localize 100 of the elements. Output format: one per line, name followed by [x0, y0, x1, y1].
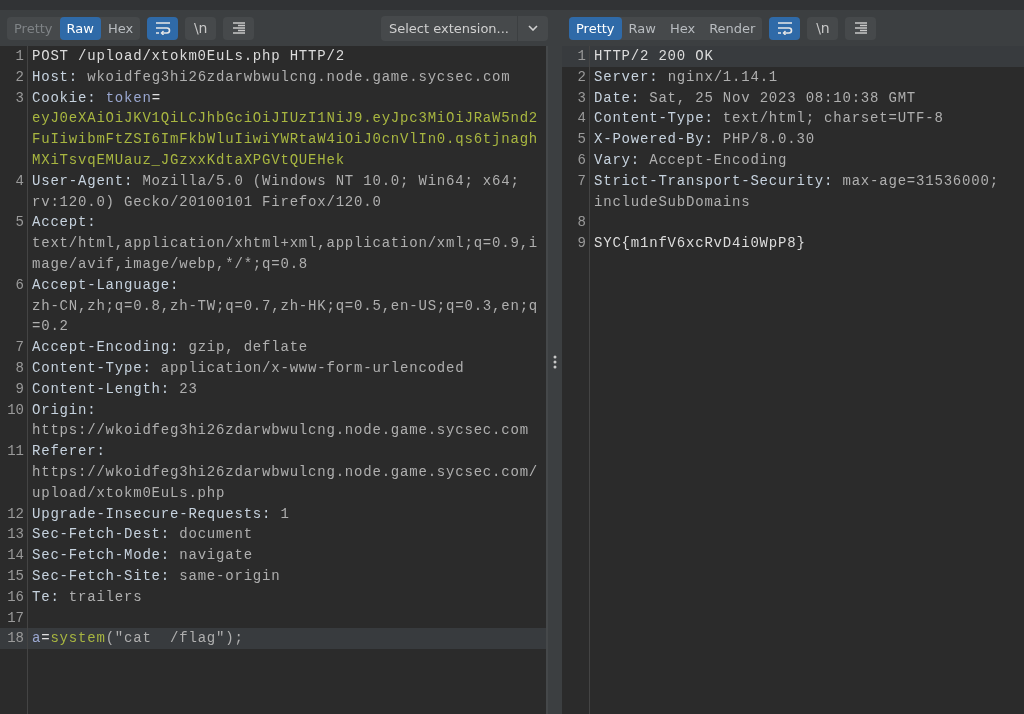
- extension-select[interactable]: Select extension...: [381, 15, 548, 41]
- line-number: 10: [0, 399, 28, 442]
- line-number: 1: [562, 46, 590, 67]
- line-number: 9: [0, 378, 28, 400]
- code-text: POST /upload/xtokm0EuLs.php HTTP/2: [32, 48, 345, 64]
- token-value: eyJ0eXAiOiJKV1QiLCJhbGciOiJIUzI1NiJ9.eyJpc3MiOiJRaW5nd2: [32, 110, 539, 127]
- drag-handle-icon[interactable]: [553, 355, 557, 369]
- header-value: navigate: [179, 547, 253, 564]
- line-number: 8: [0, 357, 28, 379]
- header-name: Accept-Encoding:: [32, 339, 181, 356]
- line-number: 5: [562, 129, 590, 150]
- token-value: FuIiwibmFtZSI6ImFkbWluIiwiYWRtaW4iOiJ0cnVlIn0.qs6tjnagh: [32, 131, 539, 148]
- menu-button[interactable]: [845, 16, 877, 40]
- line-number: 14: [0, 545, 28, 566]
- header-name: Accept-Language:: [32, 276, 180, 293]
- header-name: Te:: [32, 588, 61, 605]
- header-name: Referer:: [32, 443, 106, 460]
- line-number: 2: [562, 66, 590, 88]
- operator-text: =: [151, 89, 161, 106]
- code-text: SYC{m1nfV6xcRvD4i0WpP8}: [594, 235, 806, 252]
- header-value: upload/xtokm0EuLs.php: [32, 484, 226, 501]
- header-name: User-Agent:: [32, 172, 135, 189]
- parameter-name: a: [32, 630, 42, 647]
- line-number: 18: [0, 628, 28, 650]
- line-number: 11: [0, 441, 28, 504]
- line-number: 9: [562, 233, 590, 254]
- header-value: Sat, 25 Nov 2023 08:10:38 GMT: [649, 89, 917, 106]
- header-value: zh-CN,zh;q=0.8,zh-TW;q=0.7,zh-HK;q=0.5,en-US;q=0.3,en;q: [32, 297, 539, 314]
- header-value: PHP/8.0.30: [722, 131, 815, 148]
- header-value: https://wkoidfeg3hi26zdarwbwulcng.node.game.sycsec.com/: [32, 463, 539, 480]
- header-value: mage/avif,image/webp,*/*;q=0.8: [32, 255, 309, 272]
- header-value: Mozilla/5.0 (Windows NT 10.0; Win64; x64;: [142, 172, 520, 189]
- code-text: HTTP/2 200 OK: [594, 48, 714, 64]
- header-name: X-Powered-By:: [594, 131, 715, 148]
- header-value: https://wkoidfeg3hi26zdarwbwulcng.node.game.sycsec.com: [32, 422, 529, 439]
- header-value: gzip, deflate: [188, 339, 309, 356]
- line-number: 13: [0, 524, 28, 546]
- header-name: Origin:: [32, 401, 97, 418]
- header-value: 1: [280, 505, 290, 522]
- header-name: Sec-Fetch-Mode:: [32, 547, 172, 564]
- header-name: Content-Type:: [32, 359, 153, 376]
- token-value: MXiTsvqEMUauz_JGzxxKdtaXPGVtQUEHek: [32, 152, 345, 168]
- header-value: =0.2: [32, 318, 69, 335]
- chevron-down-icon: [528, 25, 538, 31]
- header-name: Strict-Transport-Security:: [594, 172, 835, 189]
- line-number: 16: [0, 586, 28, 608]
- menu-icon: [230, 21, 247, 35]
- header-value: Accept-Encoding: [649, 152, 788, 168]
- line-number: 3: [0, 87, 28, 171]
- header-name: Server:: [594, 68, 660, 85]
- header-name: Vary:: [594, 152, 641, 168]
- newline-toggle-button[interactable]: \n: [185, 16, 217, 40]
- token-value: system: [50, 630, 106, 647]
- header-value: trailers: [68, 588, 143, 605]
- view-tab[interactable]: Raw: [621, 16, 663, 40]
- header-value: application/x-www-form-urlencoded: [160, 359, 465, 376]
- line-number: 1: [0, 46, 28, 67]
- line-number: 7: [0, 337, 28, 358]
- line-number: 8: [562, 212, 590, 234]
- header-name: Cookie:: [32, 89, 98, 106]
- line-number: 3: [562, 87, 590, 109]
- wrap-toggle-button[interactable]: [147, 16, 179, 40]
- code-editor[interactable]: [0, 46, 548, 714]
- view-tab[interactable]: Hex: [662, 16, 703, 40]
- header-value: rv:120.0) Gecko/20100101 Firefox/120.0: [32, 193, 382, 210]
- header-value: max-age=31536000;: [842, 172, 999, 189]
- header-name: Date:: [594, 89, 641, 106]
- header-value: text/html,application/xhtml+xml,application/xml;q=0.9,i: [32, 235, 539, 252]
- header-name: Accept:: [32, 214, 97, 231]
- header-value: document: [179, 526, 253, 543]
- header-name: Sec-Fetch-Dest:: [32, 526, 172, 543]
- header-value: same-origin: [179, 567, 281, 584]
- view-tab[interactable]: Pretty: [569, 16, 622, 40]
- view-tab[interactable]: Render: [702, 16, 763, 40]
- view-tab[interactable]: Raw: [59, 16, 101, 40]
- line-number: 12: [0, 503, 28, 525]
- menu-button[interactable]: [223, 16, 255, 40]
- parameter-name: token: [105, 89, 152, 106]
- line-number: 5: [0, 212, 28, 275]
- view-tab[interactable]: Hex: [100, 16, 141, 40]
- header-name: Host:: [32, 68, 79, 85]
- line-number: 6: [0, 274, 28, 338]
- line-number: 4: [562, 108, 590, 130]
- wrap-lines-icon: [776, 21, 793, 35]
- newline-toggle-button[interactable]: \n: [807, 16, 839, 40]
- menu-icon: [852, 21, 869, 35]
- line-number: 4: [0, 170, 28, 213]
- header-name: Sec-Fetch-Site:: [32, 567, 172, 584]
- header-name: Content-Type:: [594, 110, 715, 127]
- line-number: 2: [0, 66, 28, 88]
- line-number: 6: [562, 150, 590, 171]
- header-value: text/html; charset=UTF-8: [722, 110, 944, 127]
- wrap-toggle-button[interactable]: [769, 16, 801, 40]
- header-value: includeSubDomains: [594, 193, 751, 210]
- header-value: ("cat /flag");: [105, 630, 244, 647]
- wrap-lines-icon: [154, 21, 171, 35]
- line-number: 15: [0, 565, 28, 587]
- line-number: 7: [562, 170, 590, 213]
- header-value: 23: [179, 380, 198, 397]
- header-name: Upgrade-Insecure-Requests:: [32, 505, 273, 522]
